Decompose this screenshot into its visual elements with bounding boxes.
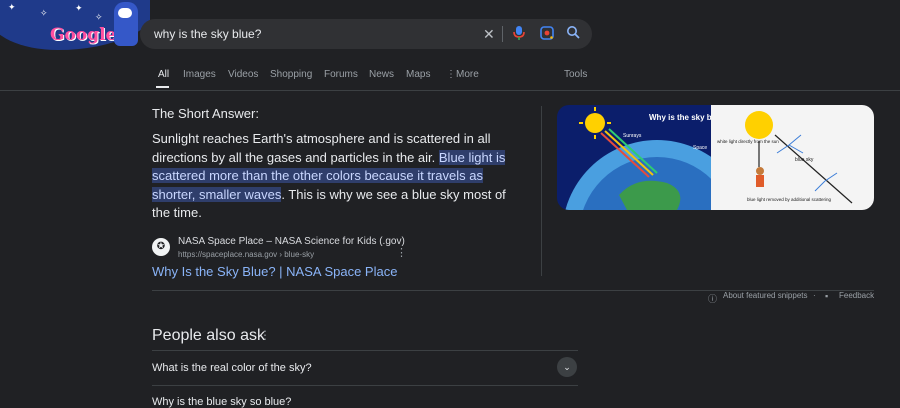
source-url[interactable]: https://spaceplace.nasa.gov › blue-sky (178, 250, 314, 259)
paa-question[interactable]: What is the real color of the sky? (152, 362, 312, 374)
more-dots-icon[interactable]: ⋮ (446, 69, 456, 80)
search-input[interactable]: why is the sky blue? (154, 27, 261, 41)
tab-images[interactable]: Images (183, 69, 216, 80)
paa-question[interactable]: Why is the blue sky so blue? (152, 396, 291, 408)
active-tab-indicator (156, 86, 169, 88)
image-label-sunrays: Sunrays (623, 133, 642, 139)
image-label-space: Space (693, 145, 707, 151)
chevron-down-icon[interactable]: ⌄ (557, 357, 577, 377)
paa-more-icon[interactable]: ⋮ (259, 328, 271, 342)
tab-all[interactable]: All (158, 69, 169, 80)
doodle-logo-text: Google (50, 25, 117, 45)
tab-news[interactable]: News (369, 69, 394, 80)
lens-icon[interactable] (539, 25, 555, 45)
nasa-favicon-icon[interactable]: ✪ (152, 238, 170, 256)
tab-shopping[interactable]: Shopping (270, 69, 312, 80)
dot-separator: · (813, 291, 816, 300)
result-link[interactable]: Why Is the Sky Blue? | NASA Space Place (152, 264, 397, 279)
help-icon[interactable]: ⓘ (708, 292, 717, 305)
paa-divider (152, 350, 578, 351)
close-icon[interactable]: ✕ (483, 25, 495, 43)
about-featured-snippets-link[interactable]: About featured snippets (723, 291, 808, 300)
feedback-link[interactable]: Feedback (839, 291, 874, 300)
star-icon: ✧ (40, 8, 48, 18)
image-label-blue-sky: blue sky (795, 157, 814, 163)
search-box[interactable]: why is the sky blue? ✕ (140, 19, 592, 49)
image-label-white-light: white light directly from the sun (717, 139, 779, 144)
people-also-ask-heading: People also ask (152, 327, 265, 344)
tab-forums[interactable]: Forums (324, 69, 358, 80)
feedback-icon[interactable]: ▪ (825, 291, 828, 301)
search-icon[interactable] (566, 25, 580, 43)
star-icon: ✧ (95, 12, 103, 22)
image-label-blue-light: blue light removed by additional scatter… (747, 197, 832, 202)
source-name[interactable]: NASA Space Place – NASA Science for Kids… (178, 236, 405, 247)
search-divider (502, 26, 503, 42)
google-doodle[interactable]: ✦ ✧ ✦ ✧ Google (0, 0, 150, 50)
image-title: Why is the sky blu (649, 113, 719, 122)
header-divider (0, 90, 900, 91)
star-icon: ✦ (8, 2, 16, 12)
microphone-icon[interactable] (512, 25, 526, 45)
star-icon: ✦ (75, 3, 83, 13)
snippet-text: Sunlight reaches Earth's atmosphere and … (152, 130, 522, 223)
more-options-icon[interactable]: ⋮ (396, 246, 407, 259)
snippet-divider (541, 106, 542, 276)
paa-divider (152, 385, 578, 386)
tab-videos[interactable]: Videos (228, 69, 258, 80)
tab-maps[interactable]: Maps (406, 69, 430, 80)
snippet-heading: The Short Answer: (152, 106, 259, 121)
snippet-image[interactable]: Why is the sky blu Sunrays Space white l… (557, 105, 874, 210)
tools-button[interactable]: Tools (564, 69, 587, 80)
tab-more[interactable]: More (456, 69, 479, 80)
doodle-character-face (118, 8, 132, 18)
